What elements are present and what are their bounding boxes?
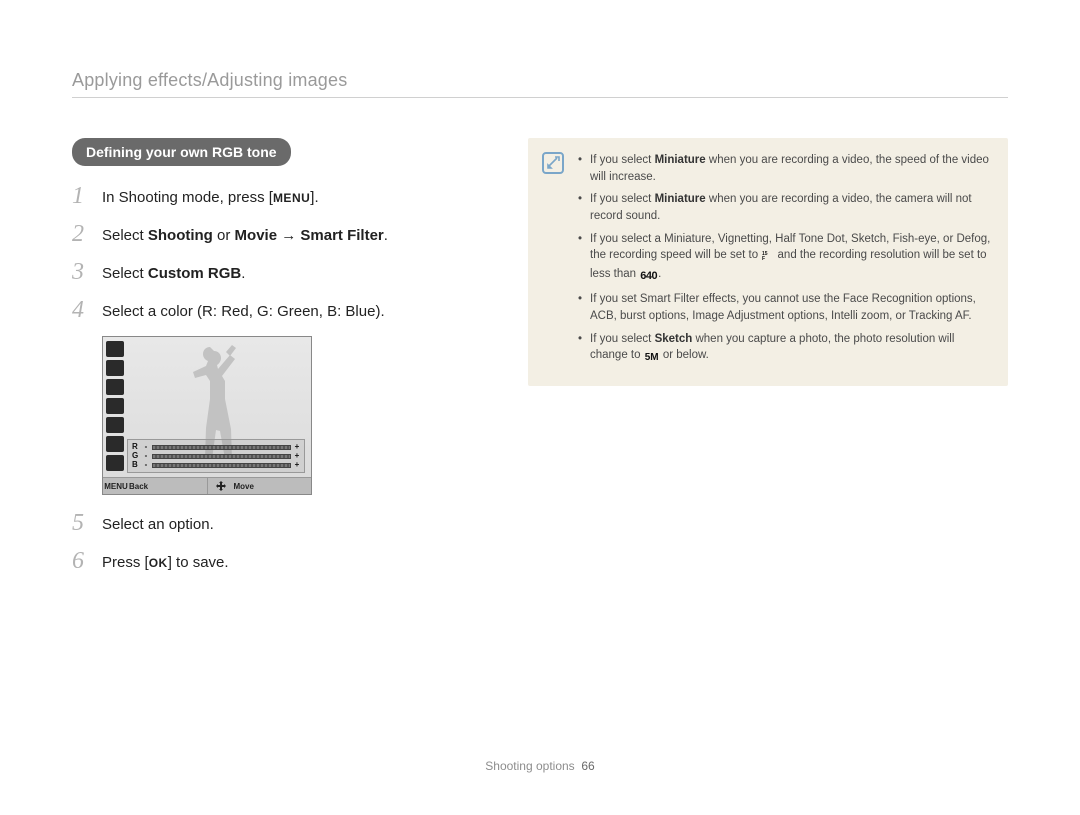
back-label: Back [129, 482, 148, 491]
camera-exposure-icon [106, 379, 124, 395]
note-box: If you select Miniature when you are rec… [528, 138, 1008, 386]
note-item: If you select Sketch when you capture a … [578, 331, 992, 366]
resolution-5m-icon: 5M [644, 351, 660, 366]
ok-key-label: OK [149, 555, 168, 572]
camera-face-icon [106, 455, 124, 471]
camera-icon-strip [106, 341, 124, 471]
content-columns: Defining your own RGB tone 1 In Shooting… [72, 138, 1008, 587]
note-item: If you select a Miniature, Vignetting, H… [578, 231, 992, 286]
step-text: Select Shooting or Movie → Smart Filter. [102, 222, 388, 246]
step-5: 5 Select an option. [72, 511, 472, 535]
camera-iso-icon [106, 398, 124, 414]
footer-move: Move [207, 478, 312, 494]
nav-cross-icon [212, 481, 230, 491]
step-2: 2 Select Shooting or Movie → Smart Filte… [72, 222, 472, 246]
camera-setting-icon [106, 360, 124, 376]
move-label: Move [234, 482, 254, 491]
step-text: Press [OK] to save. [102, 549, 229, 573]
menu-key-label: MENU [273, 190, 310, 207]
step-text: In Shooting mode, press [MENU]. [102, 184, 319, 208]
step-text: Select an option. [102, 511, 214, 535]
rgb-slider-panel: R - + G - + [127, 439, 305, 473]
section-title: Applying effects/Adjusting images [72, 70, 1008, 98]
step-number: 6 [72, 549, 92, 573]
resolution-640-icon: 640 [639, 269, 658, 285]
left-column: Defining your own RGB tone 1 In Shooting… [72, 138, 472, 587]
manual-page: Applying effects/Adjusting images Defini… [0, 0, 1080, 815]
screenshot-footer: MENU Back Move [103, 477, 311, 494]
note-list: If you select Miniature when you are rec… [578, 152, 992, 366]
step-text: Select Custom RGB. [102, 260, 245, 284]
note-item: If you select Miniature when you are rec… [578, 152, 992, 185]
step-number: 1 [72, 184, 92, 208]
camera-mode-icon [106, 341, 124, 357]
rgb-row-b: B - + [132, 461, 300, 469]
step-text-post: ]. [310, 189, 318, 206]
rgb-row-g: G - + [132, 452, 300, 460]
menu-key-icon: MENU [107, 481, 125, 491]
rgb-bar-r [152, 445, 291, 450]
note-item: If you select Miniature when you are rec… [578, 191, 992, 224]
fps-15-icon: 15F [761, 250, 774, 266]
page-footer: Shooting options 66 [0, 759, 1080, 773]
steps-list: 1 In Shooting mode, press [MENU]. 2 Sele… [72, 184, 472, 573]
camera-screenshot: R - + G - + [102, 336, 472, 495]
step-1: 1 In Shooting mode, press [MENU]. [72, 184, 472, 208]
step-screenshot-row: R - + G - + [72, 336, 472, 495]
step-text-pre: Press [ [102, 554, 149, 571]
note-icon [542, 152, 564, 174]
note-item: If you set Smart Filter effects, you can… [578, 291, 992, 324]
screenshot-body: R - + G - + [103, 337, 311, 477]
step-6: 6 Press [OK] to save. [72, 549, 472, 573]
step-text-pre: In Shooting mode, press [ [102, 189, 273, 206]
step-number: 4 [72, 298, 92, 322]
step-text: Select a color (R: Red, G: Green, B: Blu… [102, 298, 385, 322]
footer-page-number: 66 [581, 759, 594, 773]
camera-filter-icon [106, 436, 124, 452]
camera-wb-icon [106, 417, 124, 433]
right-column: If you select Miniature when you are rec… [528, 138, 1008, 386]
step-number: 5 [72, 511, 92, 535]
step-4: 4 Select a color (R: Red, G: Green, B: B… [72, 298, 472, 322]
footer-back: MENU Back [103, 478, 207, 494]
step-text-post: ] to save. [168, 554, 229, 571]
rgb-bar-b [152, 463, 291, 468]
step-number: 3 [72, 260, 92, 284]
svg-text:F: F [762, 256, 765, 261]
rgb-bar-g [152, 454, 291, 459]
subsection-pill: Defining your own RGB tone [72, 138, 291, 166]
rgb-row-r: R - + [132, 443, 300, 451]
step-3: 3 Select Custom RGB. [72, 260, 472, 284]
step-number: 2 [72, 222, 92, 246]
footer-label: Shooting options [485, 759, 574, 773]
